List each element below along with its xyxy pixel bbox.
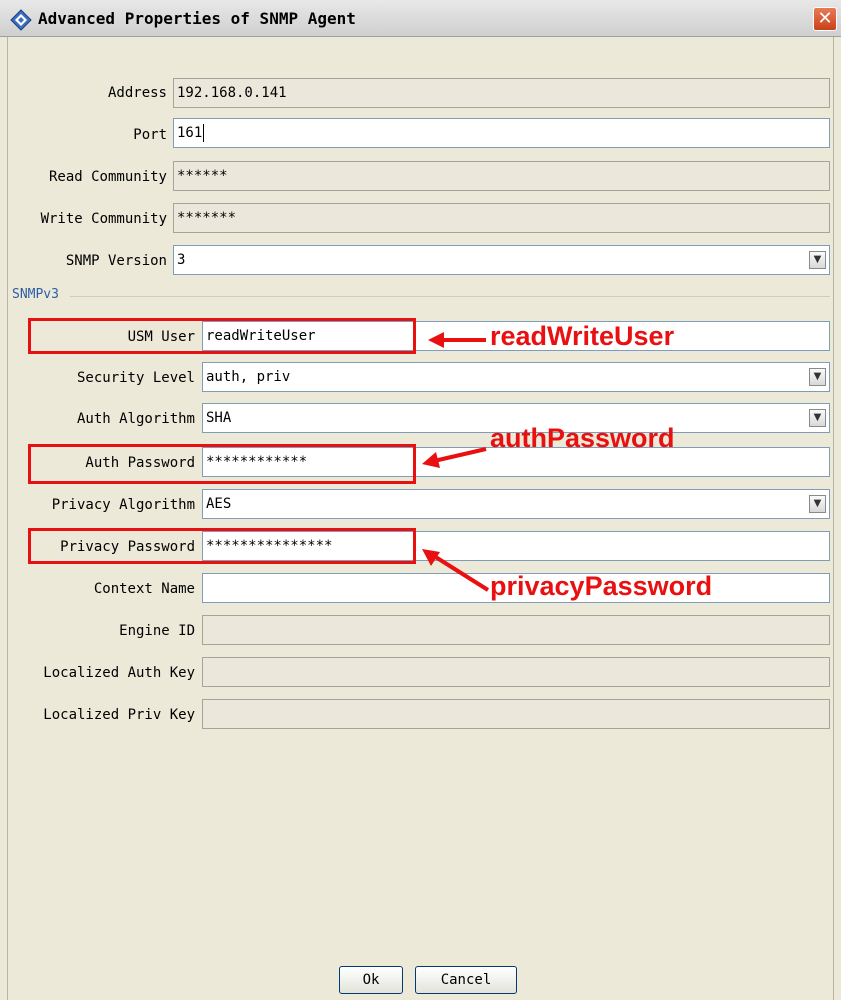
localized-priv-key-label: Localized Priv Key [43,707,195,723]
auth-password-annotation: authPassword [490,423,675,453]
read-community-label: Read Community [48,169,167,185]
chevron-down-icon[interactable]: ▼ [809,409,826,427]
write-community-field: ******* [173,203,830,233]
snmpv3-section-title: SNMPv3 [12,287,59,302]
address-field: 192.168.0.141 [173,78,830,108]
security-level-select[interactable]: auth, priv ▼ [202,362,830,392]
close-button[interactable]: ✕ [813,7,837,31]
port-label: Port [133,127,167,143]
auth-algorithm-value: SHA [206,410,232,426]
address-label: Address [107,85,167,101]
privacy-algorithm-select[interactable]: AES ▼ [202,489,830,519]
chevron-down-icon[interactable]: ▼ [809,495,826,513]
privacy-algorithm-value: AES [206,496,232,512]
security-level-value: auth, priv [206,369,291,385]
chevron-down-icon[interactable]: ▼ [809,368,826,386]
read-community-field: ****** [173,161,830,191]
localized-priv-key-field [202,699,830,729]
context-name-label: Context Name [93,581,195,597]
port-input[interactable]: 161 [173,118,830,148]
usm-user-highlight [28,318,416,354]
close-icon: ✕ [817,8,833,29]
port-value: 161 [177,125,203,141]
auth-password-highlight [28,444,416,484]
snmp-version-label: SNMP Version [65,253,167,269]
privacy-password-highlight [28,528,416,564]
ok-button[interactable]: Ok [339,966,403,994]
snmp-version-value: 3 [177,252,186,268]
localized-auth-key-label: Localized Auth Key [43,665,195,681]
engine-id-label: Engine ID [119,623,195,639]
title-bar: Advanced Properties of SNMP Agent ✕ [0,0,841,37]
engine-id-field [202,615,830,645]
security-level-label: Security Level [76,370,195,386]
privacy-algorithm-label: Privacy Algorithm [51,497,195,513]
privacy-password-annotation: privacyPassword [490,571,713,601]
usm-user-annotation: readWriteUser [490,321,675,351]
text-cursor [203,124,205,142]
snmp-version-select[interactable]: 3 ▼ [173,245,830,275]
chevron-down-icon[interactable]: ▼ [809,251,826,269]
localized-auth-key-field [202,657,830,687]
section-divider [70,296,830,297]
write-community-label: Write Community [40,211,167,227]
cancel-button[interactable]: Cancel [415,966,517,994]
diamond-icon [10,9,32,31]
auth-algorithm-label: Auth Algorithm [76,411,195,427]
window-title: Advanced Properties of SNMP Agent [38,9,356,28]
